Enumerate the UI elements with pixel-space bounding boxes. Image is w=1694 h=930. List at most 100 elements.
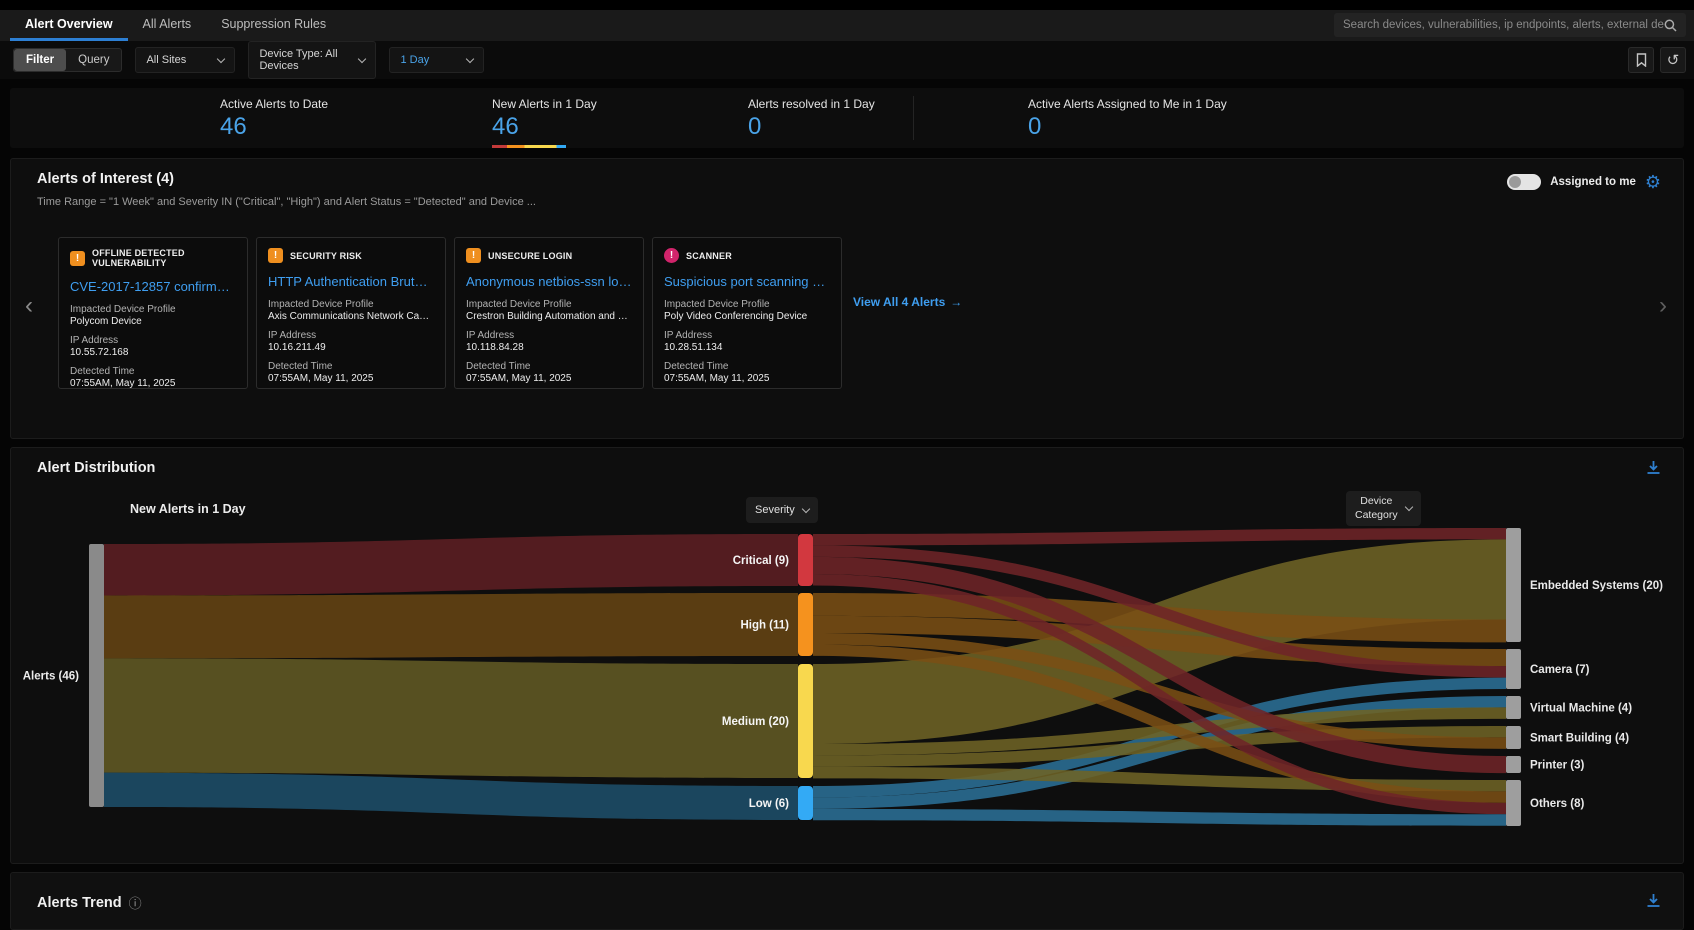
filter-query-segmented-control: Filter Query <box>13 48 122 72</box>
alert-card[interactable]: ! SCANNER Suspicious port scanning activ… <box>652 237 842 389</box>
svg-text:Smart Building (4): Smart Building (4) <box>1530 733 1629 745</box>
bookmark-button[interactable] <box>1628 47 1654 73</box>
download-icon <box>1646 893 1661 908</box>
category-line2: Category <box>1355 509 1398 521</box>
filter-bar: Filter Query All Sites Device Type: All … <box>0 41 1694 79</box>
bookmark-icon <box>1636 53 1647 67</box>
view-all-alerts-link[interactable]: View All 4 Alerts → <box>853 295 962 309</box>
field-value: Poly Video Conferencing Device <box>664 311 830 322</box>
stat-label: Active Alerts to Date <box>220 97 328 111</box>
field-value: 07:55AM, May 11, 2025 <box>268 373 434 384</box>
download-button[interactable] <box>1646 460 1661 480</box>
field-label: IP Address <box>70 335 236 346</box>
svg-text:Virtual Machine (4): Virtual Machine (4) <box>1530 703 1632 715</box>
alert-stats-bar: Active Alerts to Date 46 New Alerts in 1… <box>10 88 1684 148</box>
query-button[interactable]: Query <box>66 49 121 71</box>
stat-value[interactable]: 0 <box>1028 113 1227 141</box>
time-range-dropdown-label: 1 Day <box>400 54 429 66</box>
download-button[interactable] <box>1646 893 1661 913</box>
alerts-trend-panel: Alerts Trend ⓘ <box>10 872 1684 930</box>
field-label: Detected Time <box>466 361 632 372</box>
stats-divider <box>913 96 914 140</box>
search-input[interactable] <box>1343 19 1664 31</box>
stat-label: New Alerts in 1 Day <box>492 97 597 111</box>
alert-card[interactable]: ! UNSECURE LOGIN Anonymous netbios-ssn l… <box>454 237 644 389</box>
category-dropdown-label: Device Category <box>1355 495 1398 522</box>
field-value: 10.28.51.134 <box>664 342 830 353</box>
chevron-down-icon <box>466 54 474 62</box>
tab-all-alerts[interactable]: All Alerts <box>128 10 207 41</box>
alert-tag-row: ! SCANNER <box>664 248 830 263</box>
impacted-profile-field: Impacted Device Profile Crestron Buildin… <box>466 299 632 322</box>
alerts-trend-label: Alerts Trend <box>37 895 122 911</box>
field-label: Impacted Device Profile <box>268 299 434 310</box>
alert-tag-row: ! UNSECURE LOGIN <box>466 248 632 263</box>
svg-text:Alerts (46): Alerts (46) <box>23 671 79 683</box>
severity-distribution-underline <box>492 145 566 148</box>
alert-tag-row: ! SECURITY RISK <box>268 248 434 263</box>
alert-card[interactable]: ! SECURITY RISK HTTP Authentication Brut… <box>256 237 446 389</box>
alerts-of-interest-filter-summary: Time Range = "1 Week" and Severity IN ("… <box>37 196 536 208</box>
reset-button[interactable]: ↺ <box>1660 47 1686 73</box>
stat-active-alerts: Active Alerts to Date 46 <box>220 97 328 141</box>
alert-type-tag: SECURITY RISK <box>290 251 362 261</box>
assigned-to-me-toggle[interactable] <box>1507 174 1541 190</box>
alert-title-link[interactable]: Anonymous netbios-ssn login a... <box>466 274 632 289</box>
alert-type-tag: SCANNER <box>686 251 732 261</box>
time-range-dropdown[interactable]: 1 Day <box>389 47 484 73</box>
assigned-to-me-label: Assigned to me <box>1550 176 1636 188</box>
svg-text:Camera (7): Camera (7) <box>1530 664 1590 676</box>
chevron-down-icon <box>1404 503 1412 511</box>
device-type-dropdown-label: Device Type: All Devices <box>259 48 351 72</box>
iot-security-alerts-dashboard: Alert Overview All Alerts Suppression Ru… <box>0 0 1694 930</box>
field-label: Impacted Device Profile <box>70 304 236 315</box>
carousel-left-chevron-icon[interactable]: ‹ <box>25 292 33 320</box>
stat-value[interactable]: 46 <box>220 113 328 141</box>
field-value: 07:55AM, May 11, 2025 <box>664 373 830 384</box>
field-value: 07:55AM, May 11, 2025 <box>466 373 632 384</box>
sites-dropdown[interactable]: All Sites <box>135 47 235 73</box>
device-category-dimension-dropdown[interactable]: Device Category <box>1346 491 1421 526</box>
info-icon[interactable]: ⓘ <box>129 893 142 912</box>
alert-title-link[interactable]: Suspicious port scanning activity <box>664 274 830 289</box>
warning-icon: ! <box>268 248 283 263</box>
alert-tag-row: ! OFFLINE DETECTED VULNERABILITY <box>70 248 236 268</box>
carousel-right-chevron-icon[interactable]: › <box>1659 292 1667 320</box>
impacted-profile-field: Impacted Device Profile Axis Communicati… <box>268 299 434 322</box>
download-icon <box>1646 460 1661 475</box>
filter-button[interactable]: Filter <box>14 49 66 71</box>
field-value: Axis Communications Network Camera <box>268 311 434 322</box>
field-value: 10.55.72.168 <box>70 347 236 358</box>
severity-dimension-dropdown[interactable]: Severity <box>746 497 818 523</box>
tab-suppression-rules[interactable]: Suppression Rules <box>206 10 341 41</box>
global-search-box[interactable] <box>1334 13 1686 37</box>
device-type-dropdown[interactable]: Device Type: All Devices <box>248 41 376 79</box>
search-icon[interactable] <box>1664 19 1677 32</box>
alert-title-link[interactable]: CVE-2017-12857 confirmed on... <box>70 279 236 294</box>
alert-distribution-title: Alert Distribution <box>37 460 155 476</box>
chevron-down-icon <box>217 54 225 62</box>
toggle-knob <box>1509 176 1521 188</box>
warning-icon: ! <box>466 248 481 263</box>
detected-time-field: Detected Time 07:55AM, May 11, 2025 <box>70 366 236 389</box>
category-line1: Device <box>1360 495 1392 507</box>
gear-icon[interactable]: ⚙ <box>1645 173 1661 191</box>
detected-time-field: Detected Time 07:55AM, May 11, 2025 <box>664 361 830 384</box>
stat-value[interactable]: 0 <box>748 113 875 141</box>
ip-address-field: IP Address 10.28.51.134 <box>664 330 830 353</box>
tab-alert-overview[interactable]: Alert Overview <box>10 10 128 41</box>
view-all-label: View All 4 Alerts <box>853 295 945 309</box>
alerts-of-interest-panel: Alerts of Interest (4) Time Range = "1 W… <box>10 158 1684 439</box>
field-value: 10.16.211.49 <box>268 342 434 353</box>
field-label: Impacted Device Profile <box>466 299 632 310</box>
stat-value[interactable]: 46 <box>492 113 597 141</box>
svg-text:Critical (9): Critical (9) <box>733 555 789 567</box>
ip-address-field: IP Address 10.118.84.28 <box>466 330 632 353</box>
field-value: 10.118.84.28 <box>466 342 632 353</box>
alert-title-link[interactable]: HTTP Authentication Brute For... <box>268 274 434 289</box>
field-label: Impacted Device Profile <box>664 299 830 310</box>
impacted-profile-field: Impacted Device Profile Poly Video Confe… <box>664 299 830 322</box>
alert-card[interactable]: ! OFFLINE DETECTED VULNERABILITY CVE-201… <box>58 237 248 389</box>
stat-label: Alerts resolved in 1 Day <box>748 97 875 111</box>
filter-bar-actions: ↺ <box>1628 47 1686 73</box>
